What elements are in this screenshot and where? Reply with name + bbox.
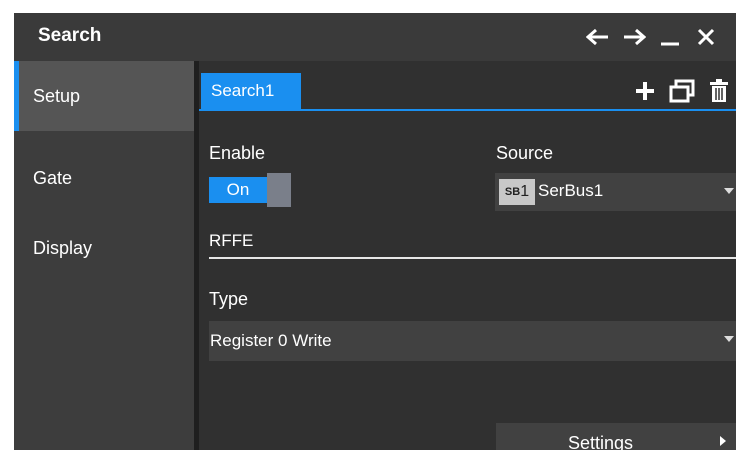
badge-number: 1 [520, 183, 530, 200]
badge-prefix: SB [504, 186, 521, 198]
duplicate-icon[interactable] [665, 73, 699, 109]
minimize-icon[interactable] [654, 21, 686, 53]
chevron-down-icon [724, 188, 734, 194]
arrow-right-icon[interactable] [618, 21, 650, 53]
tab-underline [199, 109, 736, 111]
close-icon[interactable] [690, 21, 722, 53]
sidebar-item-label: Display [33, 237, 93, 258]
tab-search1[interactable]: Search1 [201, 73, 301, 109]
section-title: RFFE [209, 231, 254, 250]
trash-icon[interactable] [702, 73, 736, 109]
sidebar-item-display[interactable]: Display [14, 225, 194, 271]
enable-label: Enable [209, 143, 266, 163]
settings-button[interactable]: Settings [496, 423, 736, 450]
arrow-left-icon[interactable] [582, 21, 614, 53]
settings-label: Settings [568, 433, 634, 450]
sidebar-item-setup[interactable]: Setup [14, 61, 194, 131]
type-select[interactable]: Register 0 Write [209, 321, 736, 361]
title-bar: Search [14, 13, 736, 61]
source-select[interactable]: SB 1 SerBus1 [495, 173, 736, 211]
chevron-right-icon [720, 436, 726, 446]
sidebar-item-label: Gate [33, 167, 73, 188]
sidebar: Setup Gate Display [14, 61, 194, 450]
source-value: SerBus1 [538, 181, 604, 200]
search-dialog: Search Setup Gate Display Search1 Enable… [14, 13, 736, 450]
window-title: Search [38, 25, 102, 46]
sidebar-item-label: Setup [33, 85, 81, 106]
toggle-on-state: On [209, 177, 267, 203]
enable-toggle[interactable]: On [209, 173, 297, 207]
chevron-down-icon [724, 336, 734, 342]
toggle-knob [267, 173, 291, 207]
type-label: Type [209, 289, 249, 309]
sidebar-item-gate[interactable]: Gate [14, 155, 194, 201]
source-label: Source [496, 143, 554, 163]
plus-icon[interactable] [628, 73, 662, 109]
type-value: Register 0 Write [210, 331, 332, 350]
setup-panel: Search1 Enable On Source SB 1 SerBus1 RFF… [199, 61, 736, 450]
section-divider [209, 257, 736, 259]
serbus-badge-icon: SB 1 [499, 179, 535, 205]
active-indicator [14, 61, 19, 131]
